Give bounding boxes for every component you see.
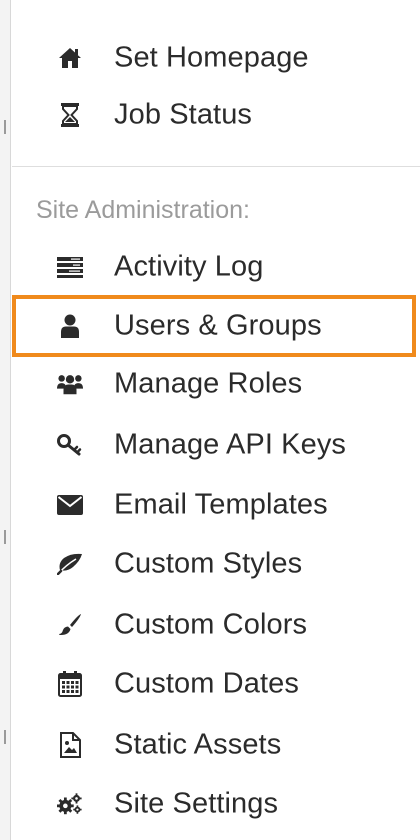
background-window-edge xyxy=(0,0,11,840)
leaf-icon xyxy=(57,551,83,577)
menu-item-custom-dates[interactable]: Custom Dates xyxy=(12,657,416,711)
gears-icon xyxy=(57,791,83,817)
menu-item-job-status[interactable]: Job Status xyxy=(12,88,416,142)
menu-divider xyxy=(12,166,420,167)
menu-item-custom-styles[interactable]: Custom Styles xyxy=(12,537,416,591)
users-icon xyxy=(57,371,83,397)
menu-item-users-groups[interactable]: Users & Groups xyxy=(12,295,416,357)
image-file-icon xyxy=(57,732,83,758)
page: Set Homepage Job Status Site Administrat… xyxy=(0,0,420,840)
dropdown-menu: Set Homepage Job Status Site Administrat… xyxy=(12,0,420,840)
edge-mark xyxy=(4,530,6,544)
menu-item-label: Activity Log xyxy=(114,250,264,283)
paintbrush-icon xyxy=(57,612,83,638)
menu-item-label: Manage Roles xyxy=(114,367,303,400)
menu-item-set-homepage[interactable]: Set Homepage xyxy=(12,31,416,85)
menu-item-label: Custom Dates xyxy=(114,667,299,700)
menu-item-email-templates[interactable]: Email Templates xyxy=(12,478,416,532)
menu-item-static-assets[interactable]: Static Assets xyxy=(12,718,416,772)
user-icon xyxy=(57,313,83,339)
menu-item-activity-log[interactable]: Activity Log xyxy=(12,240,416,294)
hourglass-icon xyxy=(57,102,83,128)
menu-item-label: Set Homepage xyxy=(114,41,309,74)
menu-item-label: Manage API Keys xyxy=(114,428,347,461)
menu-item-label: Email Templates xyxy=(114,488,328,521)
menu-item-label: Site Settings xyxy=(114,787,279,820)
key-icon xyxy=(57,432,83,458)
menu-item-manage-api-keys[interactable]: Manage API Keys xyxy=(12,418,416,472)
list-icon xyxy=(57,254,83,280)
menu-item-label: Job Status xyxy=(114,98,253,131)
menu-item-custom-colors[interactable]: Custom Colors xyxy=(12,598,416,652)
envelope-icon xyxy=(57,492,83,518)
menu-item-label: Users & Groups xyxy=(114,309,322,342)
calendar-icon xyxy=(57,671,83,697)
section-title: Site Administration: xyxy=(36,196,250,224)
edge-mark xyxy=(4,730,6,744)
menu-item-label: Custom Styles xyxy=(114,547,303,580)
menu-item-manage-roles[interactable]: Manage Roles xyxy=(12,357,416,411)
menu-item-label: Static Assets xyxy=(114,728,282,761)
home-icon xyxy=(57,45,83,71)
menu-item-label: Custom Colors xyxy=(114,608,308,641)
edge-mark xyxy=(4,120,6,134)
menu-item-site-settings[interactable]: Site Settings xyxy=(12,777,416,831)
